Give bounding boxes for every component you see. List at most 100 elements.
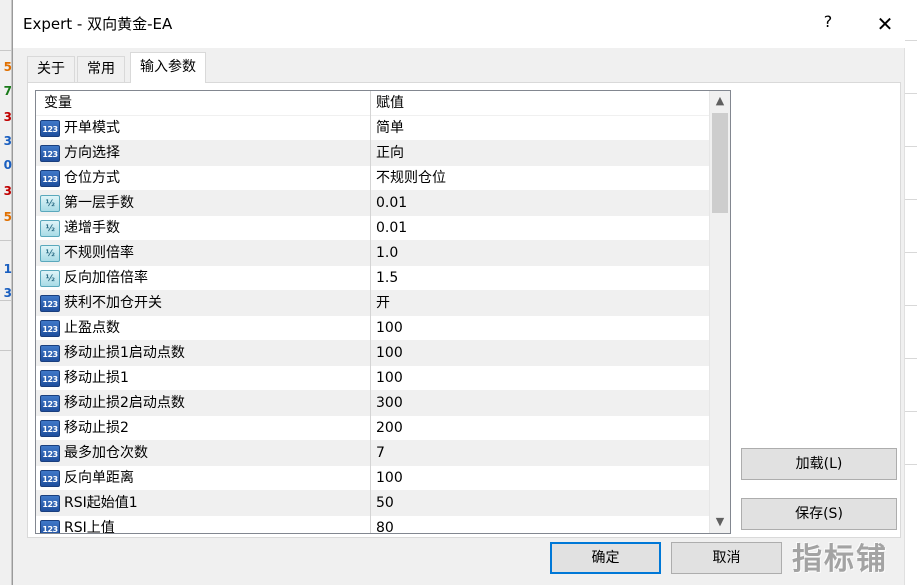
parameter-name-cell[interactable]: ½ 不规则倍率 — [36, 241, 371, 266]
table-row[interactable]: 123 最多加仓次数 7 — [36, 441, 709, 466]
parameter-value-cell[interactable]: 简单 — [372, 116, 709, 141]
parameter-value-cell[interactable]: 1.0 — [372, 241, 709, 266]
column-header-value[interactable]: 赋值 — [372, 91, 709, 116]
parameter-name: 不规则倍率 — [64, 245, 134, 261]
parameter-value-cell[interactable]: 7 — [372, 441, 709, 466]
double-type-icon: ½ — [40, 270, 60, 287]
parameter-value-cell[interactable]: 200 — [372, 416, 709, 441]
ok-button[interactable]: 确定 — [550, 542, 661, 574]
parameter-name: 递增手数 — [64, 220, 120, 236]
table-row[interactable]: 123 RSI起始值1 50 — [36, 491, 709, 516]
parameter-name-cell[interactable]: 123 RSI上值 — [36, 516, 371, 534]
watermark-logo: 指标铺 — [792, 542, 888, 577]
parameter-name: 获利不加仓开关 — [64, 295, 162, 311]
table-row[interactable]: 123 RSI上值 80 — [36, 516, 709, 534]
parameter-name-cell[interactable]: 123 移动止损2 — [36, 416, 371, 441]
table-row[interactable]: 123 仓位方式 不规则仓位 — [36, 166, 709, 191]
parameter-value-cell[interactable]: 1.5 — [372, 266, 709, 291]
parameter-name-cell[interactable]: 123 开单模式 — [36, 116, 371, 141]
parameter-name-cell[interactable]: 123 最多加仓次数 — [36, 441, 371, 466]
scroll-down-arrow-icon[interactable]: ▼ — [710, 512, 730, 532]
parameter-value-cell[interactable]: 80 — [372, 516, 709, 533]
tab-about[interactable]: 关于 — [27, 56, 75, 83]
double-type-icon: ½ — [40, 195, 60, 212]
parameter-name-cell[interactable]: ½ 第一层手数 — [36, 191, 371, 216]
grid-rows: 变量 赋值 123 开单模式 简单 123 方向选择 正向 123 仓位方式 不规则仓位 ½ 第一层… — [36, 91, 709, 534]
parameter-name-cell[interactable]: 123 止盈点数 — [36, 316, 371, 341]
scroll-up-arrow-icon[interactable]: ▲ — [710, 91, 730, 111]
parameter-value-cell[interactable]: 100 — [372, 366, 709, 391]
scroll-thumb[interactable] — [712, 113, 728, 213]
tab-inputs[interactable]: 输入参数 — [130, 52, 206, 83]
double-type-icon: ½ — [40, 220, 60, 237]
integer-type-icon: 123 — [40, 145, 60, 162]
table-row[interactable]: ½ 第一层手数 0.01 — [36, 191, 709, 216]
table-row[interactable]: ½ 反向加倍倍率 1.5 — [36, 266, 709, 291]
tab-common[interactable]: 常用 — [77, 56, 125, 83]
parameter-name: 仓位方式 — [64, 170, 120, 186]
background-digit: 3 — [3, 184, 12, 198]
table-row[interactable]: 123 止盈点数 100 — [36, 316, 709, 341]
table-row[interactable]: 123 方向选择 正向 — [36, 141, 709, 166]
table-row[interactable]: 123 移动止损2启动点数 300 — [36, 391, 709, 416]
parameter-value-cell[interactable]: 100 — [372, 316, 709, 341]
parameter-name: 移动止损1启动点数 — [64, 345, 185, 361]
parameter-name: 开单模式 — [64, 120, 120, 136]
integer-type-icon: 123 — [40, 395, 60, 412]
parameter-value-cell[interactable]: 0.01 — [372, 216, 709, 241]
parameter-name-cell[interactable]: 123 方向选择 — [36, 141, 371, 166]
expert-properties-dialog: Expert - 双向黄金-EA ? ✕ 关于 常用 输入参数 变量 赋值 12… — [12, 0, 905, 585]
integer-type-icon: 123 — [40, 495, 60, 512]
parameter-name-cell[interactable]: 123 移动止损1启动点数 — [36, 341, 371, 366]
vertical-scrollbar[interactable]: ▲ ▼ — [709, 91, 730, 533]
parameter-name-cell[interactable]: ½ 反向加倍倍率 — [36, 266, 371, 291]
integer-type-icon: 123 — [40, 445, 60, 462]
table-row[interactable]: ½ 不规则倍率 1.0 — [36, 241, 709, 266]
parameter-value-cell[interactable]: 100 — [372, 341, 709, 366]
parameter-name-cell[interactable]: 123 移动止损2启动点数 — [36, 391, 371, 416]
table-row[interactable]: ½ 递增手数 0.01 — [36, 216, 709, 241]
table-row[interactable]: 123 移动止损2 200 — [36, 416, 709, 441]
parameter-value-cell[interactable]: 开 — [372, 291, 709, 316]
parameter-name: 方向选择 — [64, 145, 120, 161]
background-digit: 5 — [3, 210, 12, 224]
column-header-variable[interactable]: 变量 — [36, 91, 371, 116]
load-button[interactable]: 加载(L) — [741, 448, 897, 480]
parameter-name: 反向单距离 — [64, 470, 134, 486]
table-row[interactable]: 123 反向单距离 100 — [36, 466, 709, 491]
parameter-name-cell[interactable]: 123 移动止损1 — [36, 366, 371, 391]
window-title: Expert - 双向黄金-EA — [23, 15, 173, 33]
integer-type-icon: 123 — [40, 320, 60, 337]
parameter-name-cell[interactable]: 123 RSI起始值1 — [36, 491, 371, 516]
parameter-name: RSI起始值1 — [64, 495, 138, 511]
parameter-name-cell[interactable]: 123 获利不加仓开关 — [36, 291, 371, 316]
parameter-name: 止盈点数 — [64, 320, 120, 336]
close-button[interactable]: ✕ — [865, 8, 905, 40]
parameter-value-cell[interactable]: 100 — [372, 466, 709, 491]
parameter-name: 第一层手数 — [64, 195, 134, 211]
table-row[interactable]: 123 开单模式 简单 — [36, 116, 709, 141]
save-button[interactable]: 保存(S) — [741, 498, 897, 530]
table-row[interactable]: 123 获利不加仓开关开 — [36, 291, 709, 316]
parameter-value-cell[interactable]: 300 — [372, 391, 709, 416]
title-bar[interactable]: Expert - 双向黄金-EA ? ✕ — [13, 0, 905, 48]
background-digit: 3 — [3, 110, 12, 124]
cancel-button[interactable]: 取消 — [671, 542, 782, 574]
background-digit: 0 — [3, 158, 12, 172]
integer-type-icon: 123 — [40, 345, 60, 362]
help-button[interactable]: ? — [813, 12, 843, 36]
integer-type-icon: 123 — [40, 370, 60, 387]
table-row[interactable]: 123 移动止损1启动点数 100 — [36, 341, 709, 366]
parameter-value-cell[interactable]: 正向 — [372, 141, 709, 166]
integer-type-icon: 123 — [40, 520, 60, 533]
parameter-value-cell[interactable]: 0.01 — [372, 191, 709, 216]
input-parameters-grid[interactable]: 变量 赋值 123 开单模式 简单 123 方向选择 正向 123 仓位方式 不规则仓位 ½ 第一层… — [35, 90, 731, 534]
double-type-icon: ½ — [40, 245, 60, 262]
parameter-value-cell[interactable]: 50 — [372, 491, 709, 516]
table-row[interactable]: 123 移动止损1 100 — [36, 366, 709, 391]
parameter-name-cell[interactable]: 123 反向单距离 — [36, 466, 371, 491]
parameter-value-cell[interactable]: 不规则仓位 — [372, 166, 709, 191]
parameter-name: RSI上值 — [64, 520, 115, 534]
parameter-name-cell[interactable]: 123 仓位方式 — [36, 166, 371, 191]
parameter-name-cell[interactable]: ½ 递增手数 — [36, 216, 371, 241]
